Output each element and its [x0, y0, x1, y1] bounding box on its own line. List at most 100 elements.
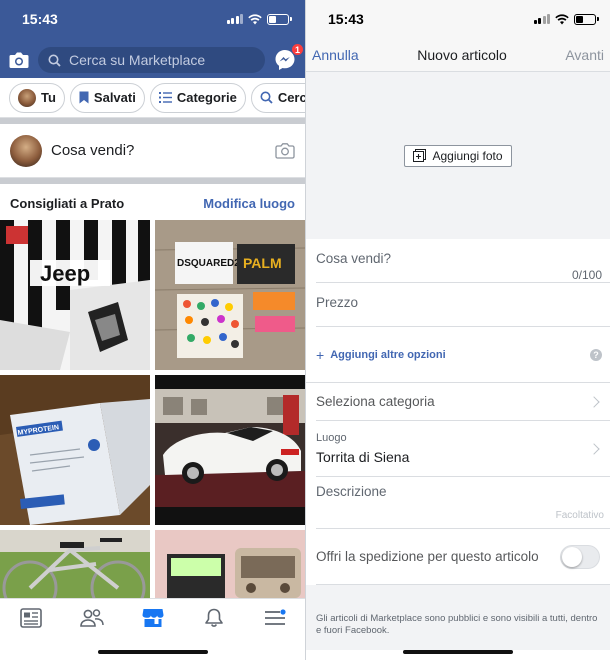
- messenger-badge: 1: [291, 43, 304, 56]
- title-field[interactable]: Cosa vendi? 0/100: [316, 239, 610, 283]
- tab-friends[interactable]: [77, 604, 107, 632]
- listing-item[interactable]: DSQUARED2 PALM: [155, 220, 305, 370]
- list-icon: [158, 92, 172, 103]
- marketplace-header: 15:43 Cerca su Marketplace 1: [0, 0, 305, 78]
- chip-saved[interactable]: Salvati: [69, 82, 145, 113]
- camera-icon[interactable]: [275, 142, 295, 159]
- marketplace-chips: Tu Salvati Categorie Cerca: [0, 78, 305, 118]
- listing-item[interactable]: MYPROTEIN: [0, 375, 150, 525]
- location-field[interactable]: Luogo Torrita di Siena: [316, 421, 610, 477]
- sell-prompt: Cosa vendi?: [51, 142, 135, 159]
- listing-item[interactable]: Jeep: [0, 220, 150, 370]
- messenger-button[interactable]: 1: [273, 43, 304, 72]
- photo-area: Aggiungi foto: [306, 72, 610, 239]
- battery-icon: [267, 13, 292, 25]
- help-icon[interactable]: ?: [590, 348, 602, 361]
- status-time: 15:43: [328, 11, 364, 27]
- listing-photo: DSQUARED2 PALM: [155, 220, 305, 370]
- recommended-header: Consigliati a Prato Modifica luogo: [0, 184, 305, 222]
- listing-text: Jeep: [40, 261, 90, 286]
- chip-you[interactable]: Tu: [9, 82, 65, 113]
- category-field-label: Seleziona categoria: [316, 394, 435, 409]
- battery-icon: [574, 13, 599, 25]
- listing-text: DSQUARED2: [177, 258, 240, 269]
- listing-photo: [0, 530, 150, 598]
- more-options-label: Aggiungi altre opzioni: [330, 348, 446, 361]
- chip-label: Categorie: [176, 90, 237, 105]
- wifi-icon: [555, 13, 569, 24]
- chip-label: Tu: [41, 90, 56, 105]
- tab-marketplace[interactable]: [138, 604, 168, 632]
- more-options-button[interactable]: + Aggiungi altre opzioni ?: [306, 327, 610, 383]
- search-input[interactable]: Cerca su Marketplace: [38, 47, 265, 73]
- description-field[interactable]: Descrizione Facoltativo: [316, 477, 610, 529]
- status-time: 15:43: [22, 11, 58, 27]
- shipping-label: Offri la spedizione per questo articolo: [316, 549, 539, 564]
- status-icons: [533, 13, 599, 25]
- chip-label: Salvati: [93, 90, 136, 105]
- bookmark-icon: [79, 91, 89, 104]
- avatar: [18, 88, 36, 107]
- signal-icon: [226, 14, 243, 24]
- avatar: [10, 134, 42, 167]
- location-value: Torrita di Siena: [316, 449, 410, 465]
- status-bar: 15:43: [306, 0, 610, 38]
- chevron-right-icon: [588, 443, 600, 455]
- chip-search[interactable]: Cerca: [250, 82, 305, 113]
- signal-icon: [533, 14, 550, 24]
- listing-text: PALM: [243, 255, 282, 271]
- status-icons: [226, 13, 292, 25]
- price-field-label: Prezzo: [316, 295, 359, 310]
- price-field[interactable]: Prezzo: [316, 283, 610, 327]
- shipping-row: Offri la spedizione per questo articolo: [316, 529, 610, 585]
- tab-news-feed[interactable]: [16, 604, 46, 632]
- bottom-tab-bar: [0, 598, 305, 660]
- tab-notifications[interactable]: [199, 604, 229, 632]
- new-item-screen: 15:43 Annulla Nuovo articolo Avanti Aggi…: [306, 0, 610, 660]
- shipping-toggle[interactable]: [560, 544, 600, 569]
- add-photo-button[interactable]: Aggiungi foto: [404, 144, 512, 167]
- news-feed-icon: [19, 608, 42, 628]
- title-char-counter: 0/100: [571, 268, 602, 282]
- cancel-button[interactable]: Annulla: [312, 47, 359, 63]
- chip-categories[interactable]: Categorie: [149, 82, 246, 113]
- plus-icon: +: [316, 346, 325, 363]
- listing-item[interactable]: [155, 530, 305, 598]
- next-button[interactable]: Avanti: [565, 47, 604, 63]
- page-title: Nuovo articolo: [417, 46, 507, 63]
- chevron-right-icon: [588, 395, 600, 408]
- category-field[interactable]: Seleziona categoria: [316, 383, 610, 421]
- home-indicator: [97, 650, 208, 654]
- tab-menu[interactable]: [260, 604, 290, 632]
- chip-label: Cerca: [277, 90, 305, 105]
- recommended-title: Consigliati a Prato: [10, 195, 125, 211]
- bell-icon: [204, 608, 223, 627]
- description-hint: Facoltativo: [555, 510, 604, 521]
- marketplace-screen: 15:43 Cerca su Marketplace 1 Tu Salvati …: [0, 0, 305, 660]
- wifi-icon: [248, 13, 262, 24]
- title-field-label: Cosa vendi?: [316, 251, 392, 266]
- sell-composer[interactable]: Cosa vendi?: [0, 124, 305, 178]
- nav-bar: Annulla Nuovo articolo Avanti: [306, 38, 610, 72]
- search-placeholder: Cerca su Marketplace: [69, 52, 206, 68]
- search-icon: [260, 91, 273, 104]
- listing-photo: Jeep: [0, 220, 150, 370]
- friends-icon: [79, 609, 104, 627]
- add-photo-icon: [413, 149, 427, 162]
- footer-note: Gli articoli di Marketplace sono pubblic…: [306, 585, 610, 650]
- listing-item[interactable]: [0, 530, 150, 598]
- change-location-link[interactable]: Modifica luogo: [203, 196, 295, 211]
- add-photo-label: Aggiungi foto: [432, 148, 503, 163]
- listing-item[interactable]: [155, 375, 305, 525]
- menu-icon: [264, 609, 286, 625]
- status-bar: 15:43: [0, 0, 305, 38]
- camera-icon[interactable]: [8, 50, 30, 70]
- location-field-label: Luogo: [316, 432, 347, 444]
- listing-photo: MYPROTEIN: [0, 375, 150, 525]
- home-indicator: [403, 650, 513, 654]
- listing-photo: [155, 530, 305, 598]
- marketplace-icon: [142, 609, 163, 627]
- listing-photo: [155, 375, 305, 525]
- description-field-label: Descrizione: [316, 484, 387, 499]
- search-icon: [48, 54, 61, 67]
